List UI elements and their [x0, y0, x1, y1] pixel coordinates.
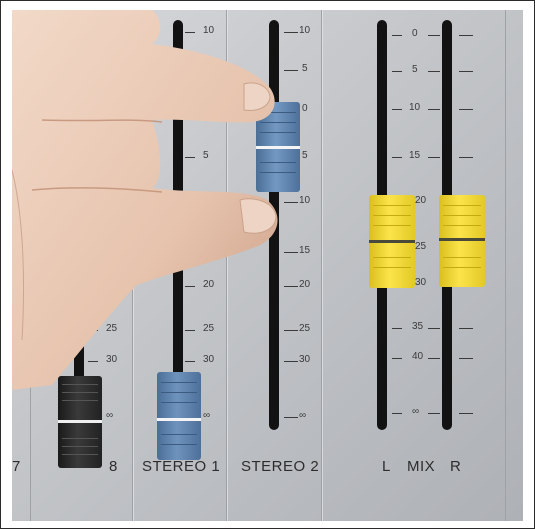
scale-tick [428, 35, 440, 36]
stereo-1-label: STEREO 1 [142, 458, 221, 475]
scale-value: 30 [415, 277, 427, 288]
scale-value: 0 [412, 28, 418, 39]
scale-value: 40 [412, 351, 424, 362]
scale-tick [459, 358, 473, 359]
scale-value: 15 [409, 150, 421, 161]
scale-tick [428, 328, 440, 329]
scale-tick [428, 358, 440, 359]
scale-tick [392, 109, 402, 110]
scale-tick [284, 417, 298, 418]
scale-tick [428, 157, 440, 158]
divider-highlight [322, 10, 323, 521]
scale-tick [392, 413, 402, 414]
scale-tick [428, 71, 440, 72]
scale-tick [459, 35, 473, 36]
scale-value: 25 [415, 241, 427, 252]
scale-tick [428, 413, 440, 414]
mix-right-label: R [450, 458, 462, 475]
scale-value: ∞ [299, 410, 307, 421]
scale-tick [459, 328, 473, 329]
mix-right-fader-knob[interactable] [439, 195, 485, 287]
scale-tick [392, 71, 402, 72]
hand-illustration [12, 10, 278, 390]
scale-tick [459, 413, 473, 414]
scale-value: ∞ [203, 410, 211, 421]
scale-tick [459, 157, 473, 158]
channel-8-label: 8 [109, 458, 118, 475]
mix-left-fader-knob[interactable] [369, 195, 415, 288]
channel-7-label: 7 [12, 458, 21, 475]
scale-value: ∞ [412, 406, 420, 417]
scale-tick [392, 358, 402, 359]
scale-value: 35 [412, 321, 424, 332]
photo-frame: 10 5 5 15 20 25 30 ∞ 10 5 0 5 [0, 0, 535, 529]
mixing-console-panel: 10 5 5 15 20 25 30 ∞ 10 5 0 5 [12, 10, 523, 521]
stereo-2-label: STEREO 2 [241, 458, 320, 475]
scale-value: 20 [415, 195, 427, 206]
scale-tick [428, 109, 440, 110]
scale-value: 10 [409, 102, 421, 113]
scale-value: 5 [412, 64, 418, 75]
mix-label: MIX [407, 458, 436, 475]
mix-left-label: L [382, 458, 391, 475]
scale-tick [392, 157, 402, 158]
scale-tick [392, 35, 402, 36]
channel-divider [505, 10, 506, 521]
scale-tick [392, 328, 402, 329]
scale-tick [459, 71, 473, 72]
scale-tick [459, 109, 473, 110]
scale-value: ∞ [106, 410, 114, 421]
